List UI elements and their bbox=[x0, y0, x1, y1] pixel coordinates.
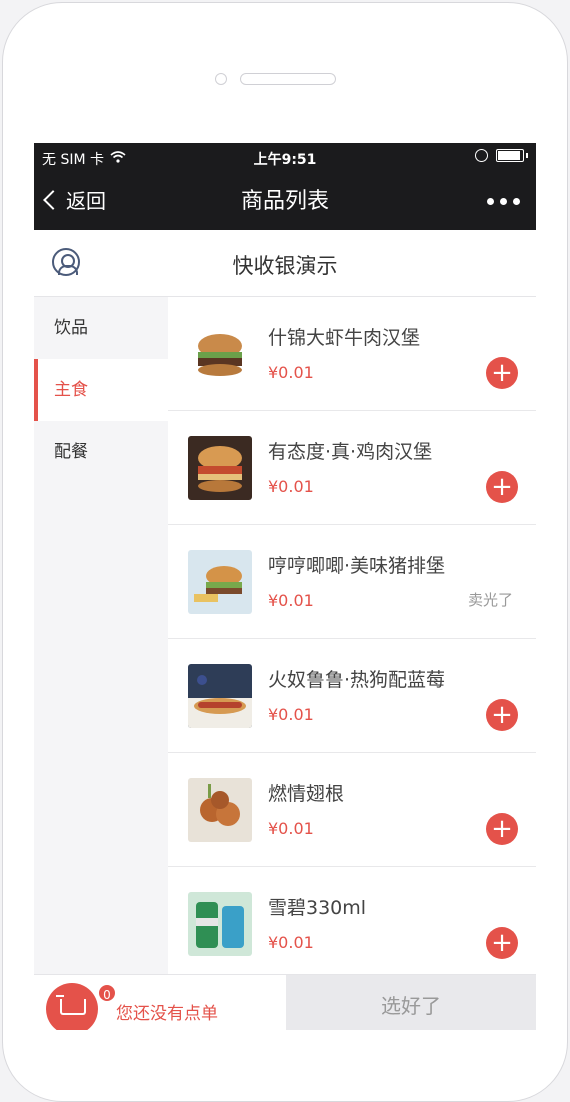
product-item[interactable]: 燃情翅根 ¥0.01 + bbox=[168, 753, 536, 867]
product-price: ¥0.01 bbox=[268, 591, 314, 610]
product-price: ¥0.01 bbox=[268, 819, 314, 838]
product-name: 燃情翅根 bbox=[268, 783, 345, 805]
product-name: 哼哼唧唧·美味猪排堡 bbox=[268, 555, 446, 577]
status-right bbox=[475, 149, 528, 162]
product-image bbox=[188, 664, 252, 728]
cart-button[interactable]: 0 bbox=[46, 983, 117, 1030]
category-label: 饮品 bbox=[54, 318, 88, 338]
add-to-cart-button[interactable]: + bbox=[486, 927, 518, 959]
shop-name: 快收银演示 bbox=[232, 254, 338, 278]
battery-tip bbox=[526, 153, 528, 158]
category-item-main[interactable]: 主食 bbox=[34, 359, 168, 421]
product-price: ¥0.01 bbox=[268, 363, 314, 382]
page-title: 商品列表 bbox=[240, 189, 329, 214]
product-image bbox=[188, 436, 252, 500]
orientation-lock-icon bbox=[475, 149, 488, 162]
product-item[interactable]: 有态度·真·鸡肉汉堡 ¥0.01 + bbox=[168, 411, 536, 525]
category-sidebar: 饮品 主食 配餐 bbox=[34, 297, 168, 1030]
status-time: 上午9:51 bbox=[253, 152, 317, 168]
product-price: ¥0.01 bbox=[268, 933, 314, 952]
product-item[interactable]: 雪碧330ml ¥0.01 + bbox=[168, 867, 536, 981]
cart-icon bbox=[56, 995, 86, 1015]
product-name: 火奴鲁鲁·热狗配蓝莓 bbox=[268, 669, 446, 691]
add-to-cart-button[interactable]: + bbox=[486, 471, 518, 503]
product-item[interactable]: 火奴鲁鲁·热狗配蓝莓 ¥0.01 + bbox=[168, 639, 536, 753]
shop-header: 快收银演示 bbox=[34, 230, 536, 297]
speaker-grille bbox=[240, 73, 336, 85]
product-price: ¥0.01 bbox=[268, 705, 314, 724]
add-to-cart-button[interactable]: + bbox=[486, 357, 518, 389]
sold-out-label: 卖光了 bbox=[468, 591, 514, 609]
category-label: 配餐 bbox=[54, 442, 88, 462]
product-image bbox=[188, 778, 252, 842]
cart-empty-text: 您还没有点单 bbox=[116, 1004, 218, 1024]
product-item[interactable]: 什锦大虾牛肉汉堡 ¥0.01 + bbox=[168, 297, 536, 411]
product-name: 什锦大虾牛肉汉堡 bbox=[268, 327, 421, 349]
category-item-sides[interactable]: 配餐 bbox=[34, 421, 168, 483]
more-dots-icon[interactable] bbox=[487, 198, 520, 205]
confirm-order-button[interactable]: 选好了 bbox=[286, 975, 536, 1030]
cart-bar: 0 您还没有点单 选好了 bbox=[34, 974, 536, 1030]
add-to-cart-button[interactable]: + bbox=[486, 813, 518, 845]
category-item-drinks[interactable]: 饮品 bbox=[34, 297, 168, 359]
battery-icon bbox=[496, 149, 524, 162]
camera-dot bbox=[215, 73, 227, 85]
add-to-cart-button[interactable]: + bbox=[486, 699, 518, 731]
product-item[interactable]: 哼哼唧唧·美味猪排堡 ¥0.01 卖光了 bbox=[168, 525, 536, 639]
top-bar: 无 SIM 卡 上午9:51 返回 商品列表 bbox=[34, 143, 536, 230]
product-name: 有态度·真·鸡肉汉堡 bbox=[268, 441, 433, 463]
product-image bbox=[188, 322, 252, 386]
cart-count-badge: 0 bbox=[97, 983, 117, 1003]
app-screen: 无 SIM 卡 上午9:51 返回 商品列表 快收银演示 饮品 主食 配餐 什锦… bbox=[34, 143, 536, 1030]
product-image bbox=[188, 892, 252, 956]
product-name: 雪碧330ml bbox=[268, 897, 367, 919]
product-image bbox=[188, 550, 252, 614]
product-price: ¥0.01 bbox=[268, 477, 314, 496]
product-list: 什锦大虾牛肉汉堡 ¥0.01 + 有态度·真·鸡肉汉堡 ¥0.01 + 哼哼唧唧… bbox=[168, 297, 536, 981]
category-label: 主食 bbox=[54, 380, 88, 400]
